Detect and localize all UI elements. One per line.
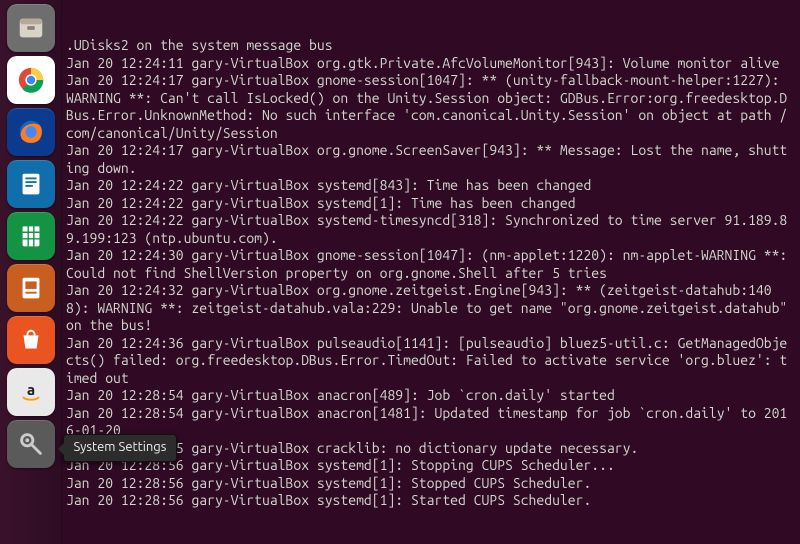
- launcher-amazon[interactable]: a: [7, 368, 55, 416]
- impress-icon: [16, 273, 46, 303]
- writer-icon: [16, 169, 46, 199]
- firefox-icon: [16, 117, 46, 147]
- launcher-writer[interactable]: [7, 160, 55, 208]
- launcher-system-settings[interactable]: System Settings: [7, 420, 55, 468]
- launcher-impress[interactable]: [7, 264, 55, 312]
- gear-wrench-icon: [16, 429, 46, 459]
- calc-icon: [16, 221, 46, 251]
- launcher-calc[interactable]: [7, 212, 55, 260]
- launcher-ubuntu-software[interactable]: [7, 316, 55, 364]
- amazon-icon: a: [16, 377, 46, 407]
- svg-text:a: a: [26, 381, 34, 398]
- launcher-tooltip: System Settings: [63, 434, 178, 462]
- unity-launcher: a System Settings: [0, 0, 62, 544]
- chrome-icon: [16, 65, 46, 95]
- files-icon: [16, 13, 46, 43]
- launcher-chrome[interactable]: [7, 56, 55, 104]
- launcher-firefox[interactable]: [7, 108, 55, 156]
- shopping-bag-icon: [16, 325, 46, 355]
- terminal-pane[interactable]: .UDisks2 on the system message bus Jan 2…: [62, 0, 800, 544]
- launcher-files[interactable]: [7, 4, 55, 52]
